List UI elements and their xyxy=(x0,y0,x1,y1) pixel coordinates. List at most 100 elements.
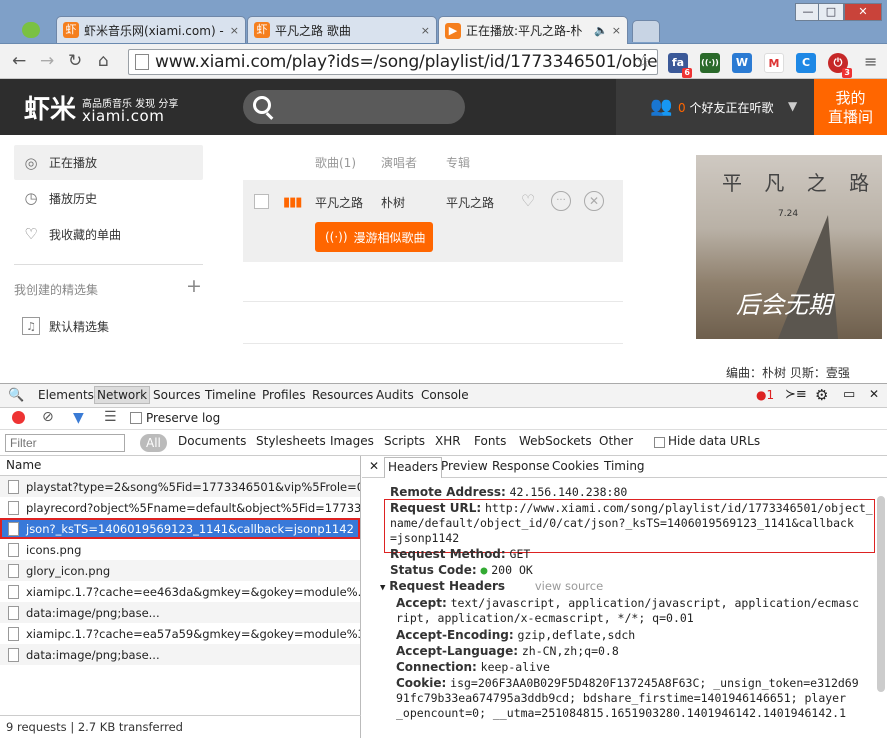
tab-timing[interactable]: Timing xyxy=(604,459,645,473)
bookmark-star-icon[interactable]: ☆ xyxy=(636,52,651,72)
gmail-extension-icon[interactable]: M xyxy=(764,53,784,73)
filter-images[interactable]: Images xyxy=(330,434,374,448)
tab-now-playing[interactable]: ▶ 正在播放:平凡之路-朴 🔈 × xyxy=(438,16,628,44)
hide-data-urls-checkbox[interactable] xyxy=(654,437,665,448)
cloud-extension-icon[interactable]: C xyxy=(796,53,816,73)
tab-preview[interactable]: Preview xyxy=(441,459,488,473)
tab-resources[interactable]: Resources xyxy=(312,388,373,402)
my-live-room-button[interactable]: 我的 直播间 xyxy=(814,79,887,135)
song-checkbox[interactable] xyxy=(254,194,269,209)
tab-title: 正在播放:平凡之路-朴 xyxy=(466,24,583,38)
close-icon[interactable]: × xyxy=(421,24,430,37)
filter-scripts[interactable]: Scripts xyxy=(384,434,425,448)
song-album[interactable]: 平凡之路 xyxy=(446,194,494,211)
remove-icon[interactable]: ✕ xyxy=(584,191,604,211)
chrome-menu-icon[interactable] xyxy=(22,22,40,38)
tab-console[interactable]: Console xyxy=(421,388,469,402)
filter-other[interactable]: Other xyxy=(599,434,633,448)
nav-favorites[interactable]: ♡ 我收藏的单曲 xyxy=(14,217,203,251)
tab-profiles[interactable]: Profiles xyxy=(262,388,306,402)
cover-date: 7.24 xyxy=(778,209,799,219)
request-row[interactable]: data:image/png;base... xyxy=(0,602,360,623)
nav-default-collection[interactable]: ♫ 默认精选集 xyxy=(14,309,203,343)
tab-song-page[interactable]: 虾 平凡之路 歌曲 × xyxy=(247,16,437,43)
new-tab-button[interactable] xyxy=(632,20,660,42)
music-note-icon: ♫ xyxy=(22,317,40,335)
filter-xhr[interactable]: XHR xyxy=(435,434,461,448)
back-icon[interactable]: ← xyxy=(12,51,26,71)
more-icon[interactable]: ··· xyxy=(551,191,571,211)
facebook-extension-icon[interactable]: fa 6 xyxy=(668,53,692,78)
tab-elements[interactable]: Elements xyxy=(38,388,94,402)
song-artist[interactable]: 朴树 xyxy=(381,194,405,211)
filter-websockets[interactable]: WebSockets xyxy=(519,434,592,448)
menu-icon[interactable]: ≡ xyxy=(864,52,877,71)
request-row[interactable]: xiamipc.1.7?cache=ee463da&gmkey=&gokey=m… xyxy=(0,581,360,602)
address-bar[interactable]: www.xiami.com/play?ids=/song/playlist/id… xyxy=(128,49,658,75)
cover-title: 平 凡 之 路 xyxy=(722,171,878,195)
song-row[interactable]: ▮▮▮ 平凡之路 朴树 平凡之路 ♡ ··· ✕ ((·)) 漫游相似歌曲 xyxy=(243,180,623,262)
inspect-icon[interactable]: 🔍 xyxy=(8,388,24,403)
filter-input[interactable] xyxy=(5,434,125,452)
column-album[interactable]: 专辑 xyxy=(446,154,470,171)
request-row[interactable]: playstat?type=2&song%5Fid=1773346501&vip… xyxy=(0,476,360,497)
roam-similar-button[interactable]: ((·)) 漫游相似歌曲 xyxy=(315,222,433,252)
record-icon[interactable] xyxy=(12,411,25,424)
tab-timeline[interactable]: Timeline xyxy=(205,388,256,402)
view-source-link[interactable]: view source xyxy=(535,579,603,593)
request-row[interactable]: playrecord?object%5Fname=default&object%… xyxy=(0,497,360,518)
reload-icon[interactable]: ↻ xyxy=(68,51,82,71)
request-row[interactable]: data:image/png;base... xyxy=(0,644,360,665)
home-icon[interactable]: ⌂ xyxy=(98,51,109,71)
tab-cookies[interactable]: Cookies xyxy=(552,459,599,473)
name-column-header[interactable]: Name xyxy=(0,456,360,476)
add-collection-icon[interactable]: + xyxy=(186,275,202,297)
tab-response[interactable]: Response xyxy=(492,459,550,473)
request-headers-heading[interactable]: ▼ Request Headers view source xyxy=(380,579,603,593)
filter-all[interactable]: All xyxy=(140,434,167,452)
friends-listening[interactable]: 👥 0 个好友正在听歌 ▼ xyxy=(616,79,814,135)
filter-stylesheets[interactable]: Stylesheets xyxy=(256,434,326,448)
nav-now-playing[interactable]: ◎ 正在播放 xyxy=(14,145,203,180)
album-cover[interactable]: 平 凡 之 路 7.24 后会无期 xyxy=(696,155,882,339)
close-detail-icon[interactable]: ✕ xyxy=(369,459,379,473)
filter-icon[interactable]: ▼ xyxy=(73,410,84,426)
forward-icon[interactable]: → xyxy=(40,51,54,71)
word-extension-icon[interactable]: W xyxy=(732,53,752,73)
request-url: Request URL: http://www.xiami.com/song/p… xyxy=(390,501,873,515)
maximize-button[interactable]: □ xyxy=(818,3,844,21)
preserve-log-checkbox[interactable] xyxy=(130,412,142,424)
close-icon[interactable]: × xyxy=(612,24,621,37)
close-window-button[interactable]: ✕ xyxy=(844,3,882,21)
tab-sources[interactable]: Sources xyxy=(153,388,200,402)
detail-scrollbar[interactable] xyxy=(877,496,885,692)
tab-headers[interactable]: Headers xyxy=(384,457,442,478)
error-icon[interactable]: ●1 xyxy=(756,388,774,402)
request-row[interactable]: xiamipc.1.7?cache=ea57a59&gmkey=&gokey=m… xyxy=(0,623,360,644)
filter-documents[interactable]: Documents xyxy=(178,434,246,448)
tab-xiami-home[interactable]: 虾 虾米音乐网(xiami.com) - × xyxy=(56,16,246,43)
now-playing-icon: ◎ xyxy=(24,153,38,172)
tab-audits[interactable]: Audits xyxy=(376,388,414,402)
column-artist[interactable]: 演唱者 xyxy=(381,154,417,171)
filter-fonts[interactable]: Fonts xyxy=(474,434,506,448)
request-row[interactable]: icons.png xyxy=(0,539,360,560)
request-row[interactable]: glory_icon.png xyxy=(0,560,360,581)
request-row-selected[interactable]: json?_ksTS=1406019569123_1141&callback=j… xyxy=(0,518,360,539)
power-extension-icon[interactable]: ⏻ 3 xyxy=(828,53,852,78)
gear-icon[interactable]: ⚙ xyxy=(815,386,828,404)
console-drawer-icon[interactable]: ≻≡ xyxy=(785,387,807,402)
nav-history[interactable]: ◷ 播放历史 xyxy=(14,181,203,215)
accept-language-header: Accept-Language: zh-CN,zh;q=0.8 xyxy=(396,644,619,658)
clear-icon[interactable]: ⊘ xyxy=(42,409,54,425)
column-song[interactable]: 歌曲(1) xyxy=(315,154,356,171)
tab-network[interactable]: Network xyxy=(94,386,151,404)
close-devtools-icon[interactable]: ✕ xyxy=(869,387,879,401)
search-input[interactable] xyxy=(243,90,465,124)
close-icon[interactable]: × xyxy=(230,24,239,37)
wifi-extension-icon[interactable]: ((·)) xyxy=(700,53,720,73)
song-title[interactable]: 平凡之路 xyxy=(315,194,363,211)
dock-icon[interactable]: ▭ xyxy=(843,387,855,402)
list-view-icon[interactable]: ☰ xyxy=(104,409,117,425)
heart-icon[interactable]: ♡ xyxy=(518,191,538,211)
